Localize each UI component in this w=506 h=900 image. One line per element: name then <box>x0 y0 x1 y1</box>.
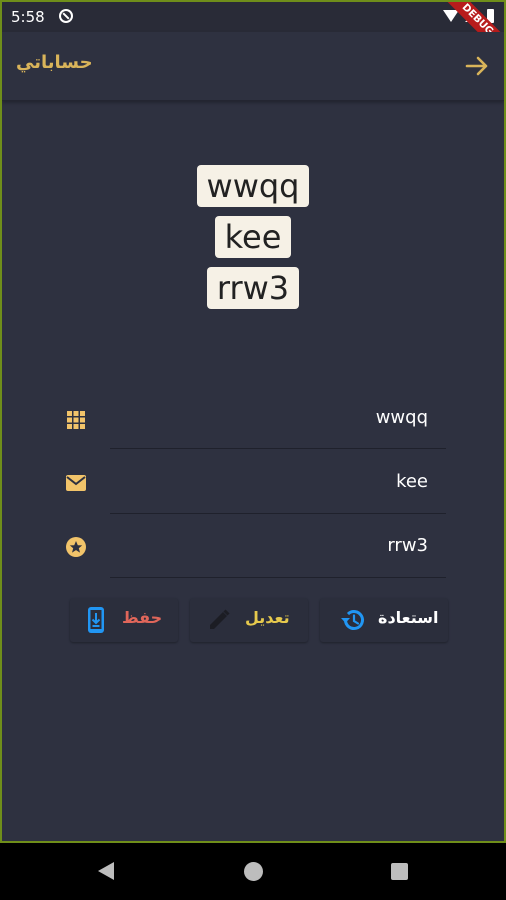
save-button[interactable]: حفظ <box>70 598 178 642</box>
field-row-favorite[interactable]: rrw3 <box>2 515 504 579</box>
field-row-email[interactable]: kee <box>2 451 504 515</box>
restore-label: استعادة <box>378 608 439 627</box>
home-icon[interactable] <box>244 862 263 881</box>
field-value: wwqq <box>375 407 428 428</box>
action-bar: حفظ تعديل استعادة <box>2 598 504 642</box>
star-circle-icon <box>66 537 86 557</box>
divider <box>110 448 446 449</box>
field-value: kee <box>396 471 428 492</box>
restore-button[interactable]: استعادة <box>320 598 448 642</box>
back-icon[interactable] <box>98 862 114 880</box>
field-row-code[interactable]: wwqq <box>2 387 504 451</box>
field-value: rrw3 <box>387 535 428 556</box>
arrow-forward-icon[interactable] <box>464 54 490 78</box>
tag-list: wwqq kee rrw3 <box>2 165 504 318</box>
app-frame: 5:58 DEBUG حساباتي wwqq kee rrw3 wwqq ke… <box>0 0 506 843</box>
divider <box>110 577 446 578</box>
tag-chip: wwqq <box>196 165 310 207</box>
phone-download-icon <box>88 607 104 633</box>
app-bar: حساباتي <box>2 32 504 101</box>
divider <box>110 513 446 514</box>
save-label: حفظ <box>122 608 163 627</box>
tag-chip: rrw3 <box>206 267 300 309</box>
recent-apps-icon[interactable] <box>391 863 408 880</box>
history-icon <box>341 610 364 630</box>
do-not-disturb-icon <box>59 9 73 23</box>
edit-button[interactable]: تعديل <box>190 598 308 642</box>
pencil-icon <box>210 609 230 629</box>
status-bar: 5:58 DEBUG <box>2 2 504 65</box>
mail-icon <box>66 475 86 491</box>
status-time: 5:58 <box>11 8 45 26</box>
page-title: حساباتي <box>16 52 93 73</box>
grid-icon <box>67 411 85 429</box>
edit-label: تعديل <box>245 608 290 627</box>
tag-chip: kee <box>214 216 292 258</box>
system-nav-bar <box>0 843 506 900</box>
